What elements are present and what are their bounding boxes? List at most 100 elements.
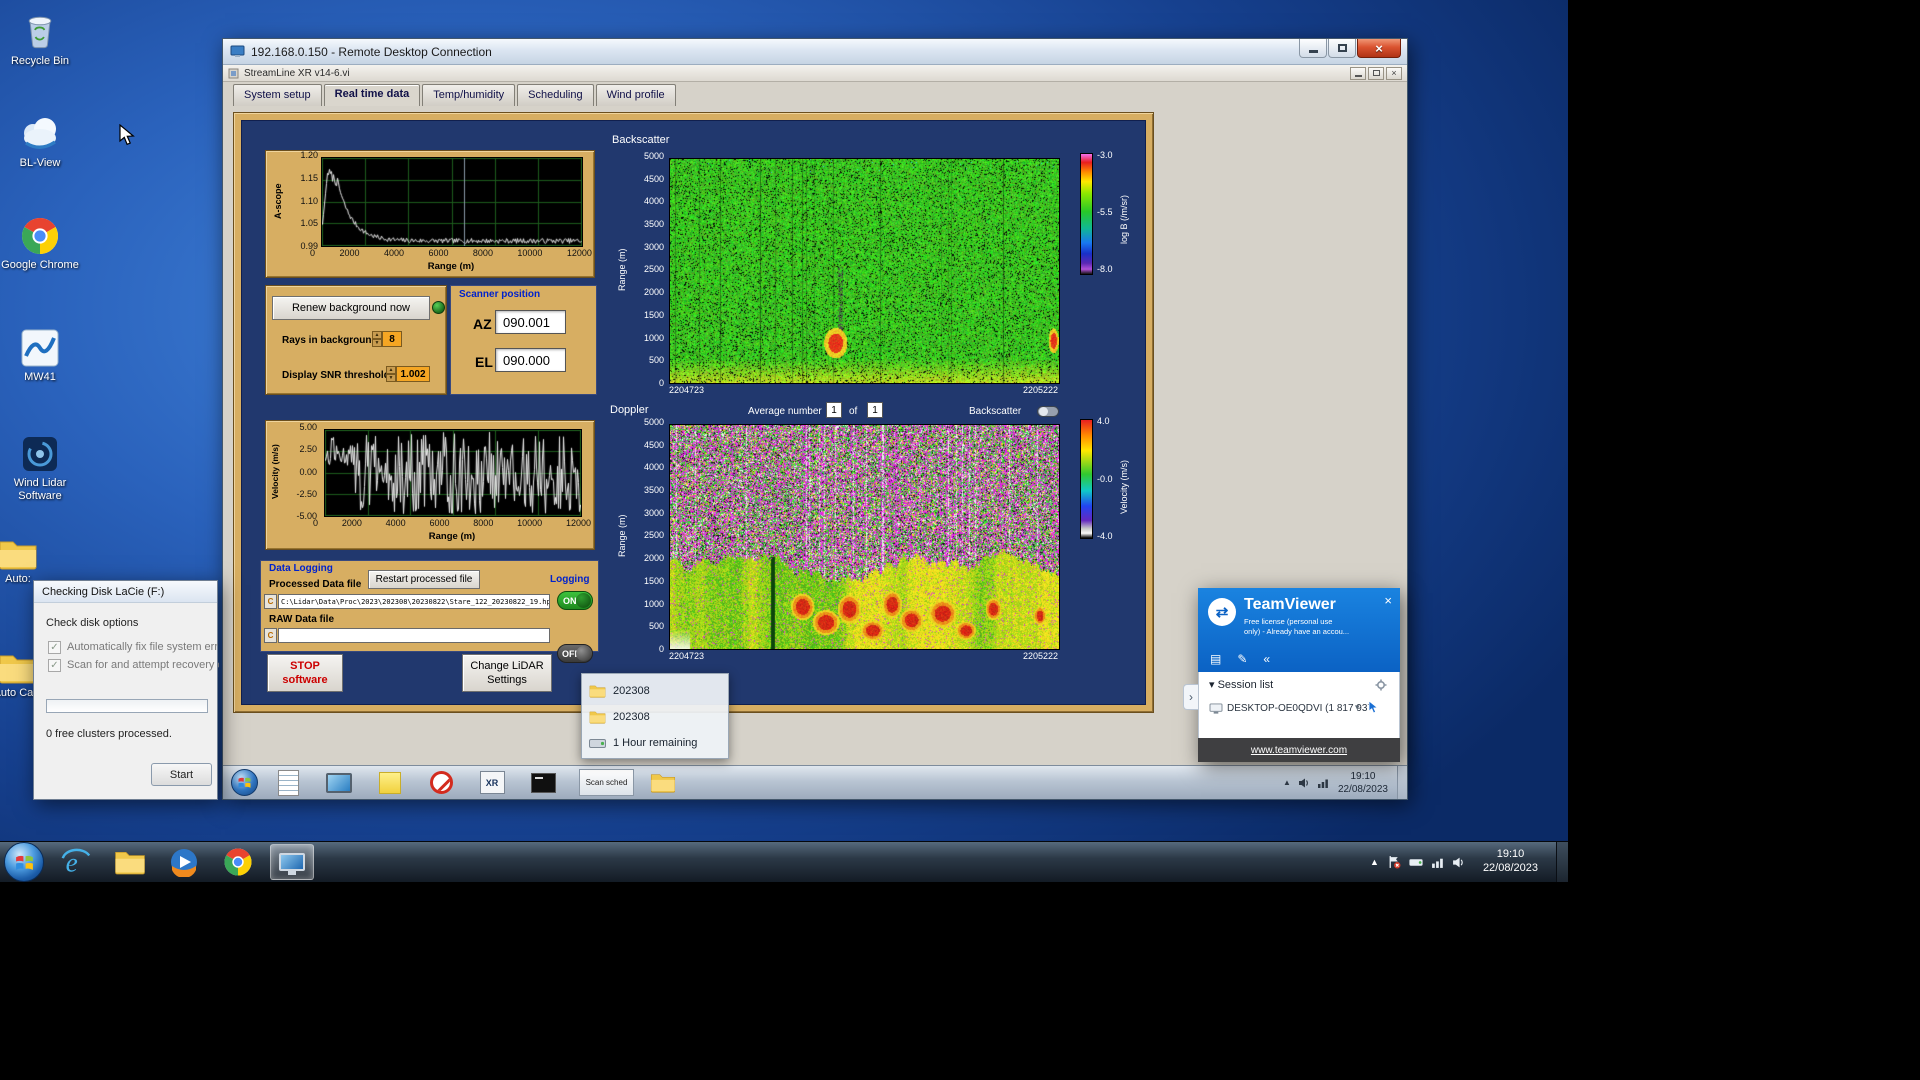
teamviewer-footer-link[interactable]: www.teamviewer.com bbox=[1198, 738, 1400, 762]
tick-label: 2205222 bbox=[1023, 652, 1058, 661]
taskbar-preview-popup: 202308 202308 1 Hour remaining bbox=[581, 673, 729, 759]
processed-logging-toggle[interactable]: ON bbox=[557, 591, 593, 610]
tick-label: -0.0 bbox=[1097, 475, 1113, 484]
doppler-y-ticks: 5000450040003500300025002000150010005000 bbox=[632, 418, 664, 654]
popup-item-label: 202308 bbox=[613, 711, 650, 723]
raw-logging-toggle[interactable]: OFF bbox=[557, 644, 593, 663]
raw-drive-box[interactable]: C bbox=[264, 628, 277, 643]
teamviewer-collapse-tab[interactable]: › bbox=[1183, 684, 1198, 710]
network-icon[interactable] bbox=[1431, 856, 1444, 869]
tab-system-setup[interactable]: System setup bbox=[233, 84, 322, 106]
stop-software-button[interactable]: STOP software bbox=[267, 654, 343, 692]
az-value[interactable]: 090.001 bbox=[495, 310, 566, 334]
tray-expand-icon[interactable]: ▲ bbox=[1370, 857, 1379, 867]
remote-app-folder-icon[interactable] bbox=[648, 769, 678, 797]
taskbar-icon-media-player[interactable] bbox=[162, 844, 206, 880]
remote-app-display-icon[interactable] bbox=[324, 769, 354, 797]
show-desktop-button[interactable] bbox=[1556, 842, 1568, 883]
session-entry[interactable]: DESKTOP-OE0QDVI (1 817 937 bbox=[1227, 703, 1373, 714]
teamviewer-close-button[interactable]: × bbox=[1384, 593, 1392, 608]
tab-temp-humidity[interactable]: Temp/humidity bbox=[422, 84, 515, 106]
taskbar-icon-internet-explorer[interactable]: e bbox=[54, 844, 98, 880]
desktop-icon-auto-1[interactable]: Auto: bbox=[0, 538, 56, 586]
backscatter-toggle[interactable] bbox=[1037, 406, 1059, 417]
remote-app-scan-scheduler-button[interactable]: Scan sched bbox=[579, 769, 634, 796]
desktop-icon-bl-view[interactable]: BL-View bbox=[0, 112, 80, 170]
app-restore-button[interactable] bbox=[1368, 67, 1384, 80]
popup-item-time-remaining[interactable]: 1 Hour remaining bbox=[589, 730, 721, 756]
start-button[interactable]: Start bbox=[151, 763, 212, 786]
spin-down-icon[interactable]: ▼ bbox=[372, 339, 382, 347]
popup-item-folder-2[interactable]: 202308 bbox=[589, 704, 721, 730]
teamviewer-license-text: Free license (personal use only) - Alrea… bbox=[1244, 617, 1349, 637]
volume-icon[interactable] bbox=[1298, 777, 1310, 789]
remote-show-desktop-button[interactable] bbox=[1397, 766, 1407, 799]
taskbar-icon-chrome[interactable] bbox=[216, 844, 260, 880]
taskbar-icon-explorer[interactable] bbox=[108, 844, 152, 880]
tick-label: 4500 bbox=[644, 441, 664, 450]
desktop-icon-mw41[interactable]: MW41 bbox=[0, 328, 80, 384]
remote-desktop-icon bbox=[279, 853, 305, 871]
pen-icon[interactable]: ✎ bbox=[1237, 652, 1247, 666]
remote-app-notes-icon[interactable] bbox=[273, 769, 303, 797]
backscatter-section-label: Backscatter bbox=[612, 134, 669, 146]
desktop-icon-recycle-bin[interactable]: Recycle Bin bbox=[0, 8, 80, 68]
app-close-button[interactable]: × bbox=[1386, 67, 1402, 80]
el-value[interactable]: 090.000 bbox=[495, 348, 566, 372]
chkdsk-titlebar[interactable]: Checking Disk LaCie (F:) bbox=[34, 581, 217, 603]
spin-down-icon[interactable]: ▼ bbox=[386, 374, 396, 382]
minimize-button[interactable] bbox=[1299, 39, 1327, 58]
session-dropdown-icon[interactable]: ▾ bbox=[1355, 702, 1360, 713]
tick-label: -5.5 bbox=[1097, 208, 1113, 217]
popup-item-folder-1[interactable]: 202308 bbox=[589, 678, 721, 704]
restart-processed-file-button[interactable]: Restart processed file bbox=[368, 570, 480, 589]
snr-stepper[interactable]: ▲▼ 1.002 bbox=[386, 366, 430, 382]
gear-icon[interactable] bbox=[1375, 679, 1389, 691]
tab-scheduling[interactable]: Scheduling bbox=[517, 84, 593, 106]
volume-icon[interactable] bbox=[1452, 856, 1465, 869]
remote-app-terminal-icon[interactable] bbox=[528, 769, 558, 797]
streamline-titlebar[interactable]: StreamLine XR v14-6.vi × bbox=[223, 65, 1407, 82]
change-lidar-settings-button[interactable]: Change LiDAR Settings bbox=[462, 654, 552, 692]
taskbar-clock[interactable]: 19:10 22/08/2023 bbox=[1473, 848, 1548, 876]
average-number-value[interactable]: 1 bbox=[826, 402, 842, 418]
rays-stepper[interactable]: ▲▼ 8 bbox=[372, 331, 402, 347]
scan-recovery-checkbox[interactable]: ✓ bbox=[48, 659, 61, 672]
spin-up-icon[interactable]: ▲ bbox=[372, 331, 382, 339]
change-button-line: Settings bbox=[487, 673, 527, 687]
collapse-icon[interactable]: « bbox=[1263, 652, 1270, 666]
raw-path-field[interactable] bbox=[278, 628, 550, 643]
remote-app-sticky-note-icon[interactable] bbox=[375, 769, 405, 797]
tray-expand-icon[interactable]: ▲ bbox=[1283, 778, 1291, 787]
tick-label: 3500 bbox=[644, 486, 664, 495]
remote-app-xr-icon[interactable]: XR bbox=[477, 769, 507, 797]
tab-wind-profile[interactable]: Wind profile bbox=[596, 84, 676, 106]
session-list-header[interactable]: ▾ Session list bbox=[1209, 678, 1273, 691]
rdp-titlebar[interactable]: 192.168.0.150 - Remote Desktop Connectio… bbox=[223, 39, 1407, 65]
tick-label: 8000 bbox=[473, 249, 493, 258]
desktop-icon-google-chrome[interactable]: Google Chrome bbox=[0, 216, 80, 272]
network-icon[interactable] bbox=[1317, 777, 1329, 789]
spin-up-icon[interactable]: ▲ bbox=[386, 366, 396, 374]
media-player-icon bbox=[169, 847, 199, 877]
remote-clock[interactable]: 19:10 22/08/2023 bbox=[1329, 770, 1397, 796]
average-total-value[interactable]: 1 bbox=[867, 402, 883, 418]
action-center-flag-icon[interactable] bbox=[1387, 855, 1401, 869]
close-button[interactable]: × bbox=[1357, 39, 1401, 58]
processed-drive-box[interactable]: C bbox=[264, 594, 277, 609]
tick-label: 2500 bbox=[644, 531, 664, 540]
fix-errors-checkbox[interactable]: ✓ bbox=[48, 641, 61, 654]
start-button[interactable] bbox=[4, 842, 44, 882]
velocity-y-axis-label: Velocity (m/s) bbox=[271, 429, 280, 515]
remote-app-power-icon[interactable] bbox=[426, 769, 456, 797]
processed-path-field[interactable]: C:\Lidar\Data\Proc\2023\202308\20230822\… bbox=[278, 594, 550, 609]
list-icon[interactable]: ▤ bbox=[1210, 652, 1221, 666]
tab-real-time-data[interactable]: Real time data bbox=[324, 84, 421, 106]
remote-start-button[interactable] bbox=[231, 769, 258, 796]
renew-background-button[interactable]: Renew background now bbox=[272, 296, 430, 320]
maximize-button[interactable] bbox=[1328, 39, 1356, 58]
hard-drive-icon[interactable] bbox=[1409, 856, 1423, 869]
taskbar-icon-remote-desktop[interactable] bbox=[270, 844, 314, 880]
desktop-icon-wind-lidar[interactable]: Wind Lidar Software bbox=[0, 434, 80, 502]
app-minimize-button[interactable] bbox=[1350, 67, 1366, 80]
